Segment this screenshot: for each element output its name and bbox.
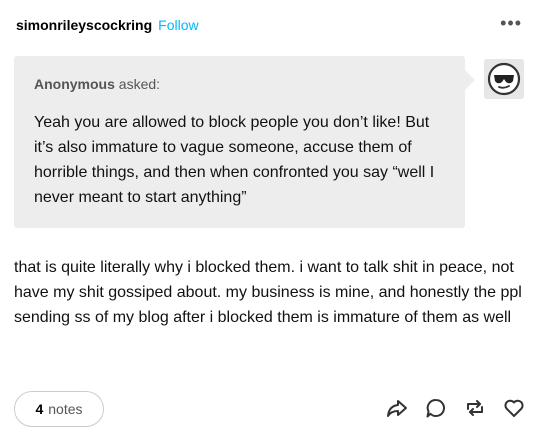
anonymous-sunglasses-icon [484, 59, 524, 99]
asker-name: Anonymous [34, 76, 115, 92]
post-header: simonrileyscockring Follow [16, 16, 199, 34]
like-icon[interactable] [502, 396, 526, 420]
post-answer: that is quite literally why i blocked th… [14, 259, 522, 326]
asked-label: asked: [114, 76, 161, 92]
post-actions [385, 396, 526, 420]
reply-icon[interactable] [424, 396, 448, 420]
ask-bubble: Anonymous asked: Yeah you are allowed to… [14, 56, 475, 228]
reblog-icon[interactable] [463, 396, 487, 420]
follow-button[interactable]: Follow [158, 17, 198, 33]
share-icon[interactable] [385, 396, 409, 420]
notes-label: notes [48, 401, 83, 417]
blog-username[interactable]: simonrileyscockring [16, 17, 152, 33]
ask-question: Yeah you are allowed to block people you… [34, 114, 435, 206]
anonymous-avatar [484, 59, 524, 99]
asker-line: Anonymous asked: [34, 76, 445, 92]
notes-count: 4 [35, 401, 44, 417]
notes-button[interactable]: 4 notes [14, 391, 104, 427]
more-options-icon[interactable]: ••• [500, 14, 522, 32]
